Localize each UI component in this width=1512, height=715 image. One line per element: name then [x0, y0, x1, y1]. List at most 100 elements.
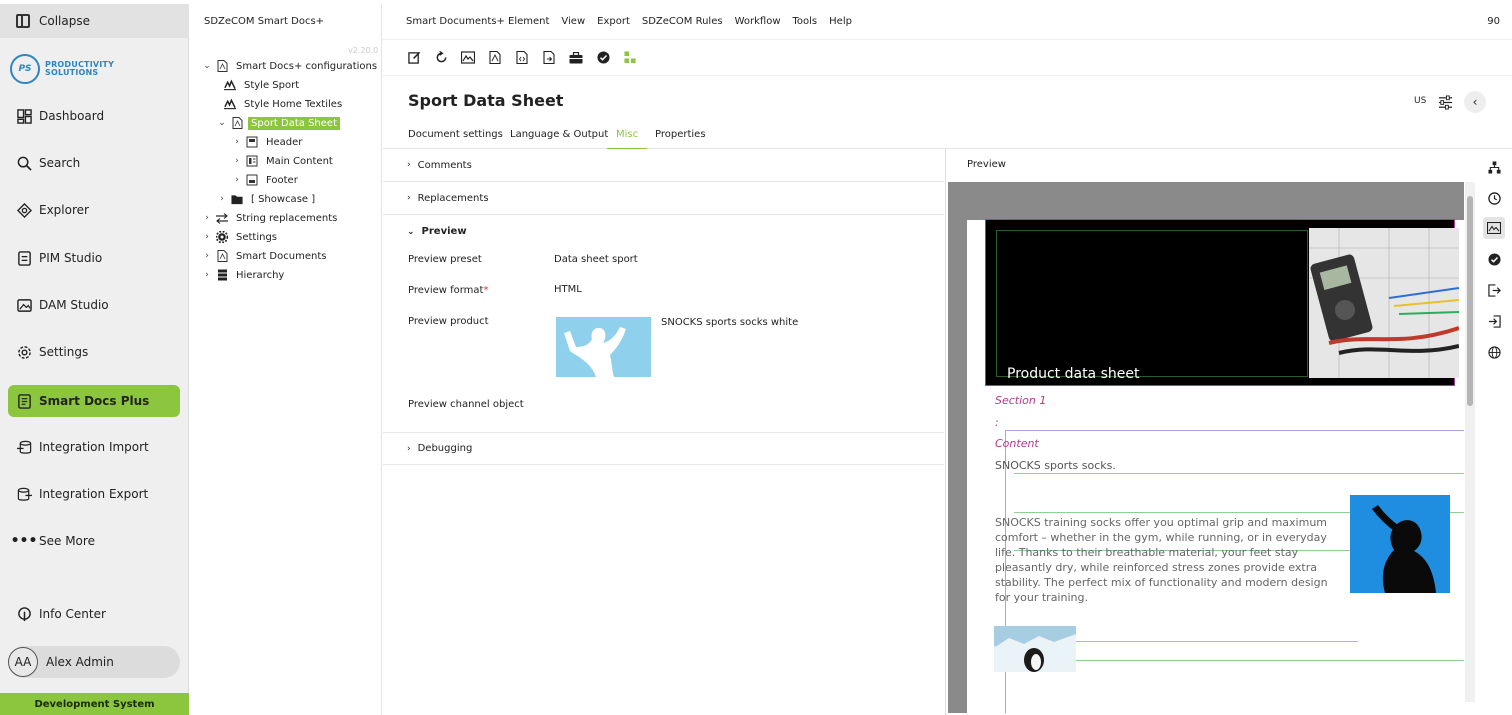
collapse-label: Collapse: [39, 14, 90, 28]
tree-node[interactable]: › Hierarchy: [202, 266, 287, 284]
scrollbar-thumb[interactable]: [1467, 196, 1473, 406]
nav-item-see-more[interactable]: ••• See More: [8, 525, 180, 557]
tree-node[interactable]: › Settings: [202, 228, 280, 246]
style-icon: [224, 79, 236, 91]
preview-canvas[interactable]: Product data sheet Section 1: Content S…: [948, 182, 1464, 713]
collapse-button[interactable]: Collapse: [0, 4, 189, 38]
import-arrow-icon[interactable]: [1486, 313, 1502, 329]
tree-title: SDZeCOM Smart Docs+: [204, 16, 325, 27]
nav-item-integration-export[interactable]: Integration Export: [8, 478, 180, 510]
menu-item-workflow[interactable]: Workflow: [735, 16, 781, 27]
tree-node[interactable]: › Footer: [232, 171, 301, 189]
chevron-right-icon[interactable]: ›: [217, 194, 227, 204]
chevron-down-icon[interactable]: ⌄: [217, 118, 227, 128]
tree-node[interactable]: Style Sport: [220, 76, 302, 94]
nav-item-dashboard[interactable]: Dashboard: [8, 100, 180, 132]
preview-image-icon[interactable]: [1483, 217, 1505, 239]
nav-item-smart-docs-plus[interactable]: Smart Docs Plus: [8, 385, 180, 417]
version-label: v2.20.0: [348, 46, 379, 55]
product-thumbnail[interactable]: [556, 317, 651, 377]
tree-node[interactable]: › [ Showcase ]: [217, 190, 318, 208]
chevron-right-icon[interactable]: ›: [202, 270, 212, 280]
menu-item-element[interactable]: Smart Documents+ Element: [406, 16, 549, 27]
nav-item-label: Search: [39, 156, 81, 170]
tree-node-label: Smart Docs+ configurations: [236, 60, 378, 72]
section-title: Replacements: [417, 192, 489, 204]
workflow-icon[interactable]: [623, 51, 637, 65]
pdf-icon: [216, 60, 228, 72]
tree-node[interactable]: › Header: [232, 133, 305, 151]
export-arrow-icon[interactable]: [1486, 282, 1502, 298]
menu-item-tools[interactable]: Tools: [793, 16, 818, 27]
chevron-right-icon: ›: [407, 443, 411, 454]
logo-text-line2: SOLUTIONS: [45, 68, 99, 77]
frame-guide: [1005, 430, 1464, 431]
chevron-right-icon[interactable]: ›: [232, 156, 242, 166]
preview-format-value[interactable]: HTML: [554, 284, 582, 295]
section-title: Debugging: [417, 443, 473, 454]
page-title: Sport Data Sheet: [408, 91, 564, 110]
tab-misc[interactable]: Misc: [607, 129, 648, 150]
check-circle-icon[interactable]: [596, 51, 610, 65]
section-debugging[interactable]: › Debugging: [383, 432, 944, 465]
menu-item-export[interactable]: Export: [597, 16, 630, 27]
chevron-right-icon[interactable]: ›: [232, 175, 242, 185]
pdf-icon[interactable]: [488, 51, 502, 65]
file-export-icon[interactable]: [542, 51, 556, 65]
nav-item-pim-studio[interactable]: PIM Studio: [8, 242, 180, 274]
nav-item-label: See More: [39, 534, 95, 548]
import-icon: [16, 439, 32, 455]
swap-icon: [216, 212, 228, 224]
preview-preset-value[interactable]: Data sheet sport: [554, 254, 638, 265]
nav-item-search[interactable]: Search: [8, 147, 180, 179]
section-replacements[interactable]: › Replacements: [383, 182, 944, 215]
tab-language-output[interactable]: Language & Output: [510, 129, 608, 148]
nav-item-integration-import[interactable]: Integration Import: [8, 431, 180, 463]
chevron-right-icon[interactable]: ›: [202, 251, 212, 261]
chevron-down-icon[interactable]: ⌄: [202, 61, 212, 71]
sliders-icon[interactable]: [1437, 94, 1453, 110]
reload-icon[interactable]: [434, 51, 448, 65]
tree-node-selected[interactable]: ⌄ Sport Data Sheet: [217, 114, 340, 132]
globe-icon[interactable]: [1486, 344, 1502, 360]
nav-item-info-center[interactable]: Info Center: [8, 598, 180, 630]
preview-product-value[interactable]: SNOCKS sports socks white: [661, 317, 798, 328]
frame-guide: [1014, 473, 1464, 474]
preview-image-icon[interactable]: [461, 51, 475, 65]
history-icon[interactable]: [1486, 190, 1502, 206]
locale-selector[interactable]: US: [1414, 96, 1426, 106]
nav-item-label: DAM Studio: [39, 298, 109, 312]
user-menu[interactable]: AA Alex Admin: [8, 646, 180, 678]
tree-node-label: Main Content: [266, 155, 333, 167]
code-file-icon[interactable]: [515, 51, 529, 65]
athlete-image: [1350, 495, 1450, 593]
nav-item-dam-studio[interactable]: DAM Studio: [8, 289, 180, 321]
avatar: AA: [8, 647, 38, 677]
hierarchy-icon[interactable]: [1486, 159, 1502, 175]
tree-node[interactable]: › Smart Documents: [202, 247, 329, 265]
chevron-right-icon[interactable]: ›: [202, 232, 212, 242]
tree-node[interactable]: ⌄ Smart Docs+ configurations: [202, 57, 380, 75]
briefcase-icon[interactable]: [569, 51, 583, 65]
tab-bar: Document settings Language & Output Misc…: [383, 124, 1512, 150]
chevron-right-icon[interactable]: ›: [202, 213, 212, 223]
chevron-right-icon[interactable]: ›: [232, 137, 242, 147]
menu-item-rules[interactable]: SDZeCOM Rules: [642, 16, 723, 27]
menu-item-help[interactable]: Help: [829, 16, 852, 27]
nav-item-settings[interactable]: Settings: [8, 336, 180, 368]
content-text: SNOCKS sports socks.: [995, 459, 1116, 472]
tree-node[interactable]: › Main Content: [232, 152, 336, 170]
collapse-panel-button[interactable]: ‹: [1464, 91, 1486, 113]
tab-document-settings[interactable]: Document settings: [408, 129, 503, 148]
section-comments[interactable]: › Comments: [383, 149, 944, 182]
check-circle-icon[interactable]: [1486, 251, 1502, 267]
section-preview[interactable]: ⌄ Preview: [383, 215, 944, 248]
tree-node[interactable]: › String replacements: [202, 209, 340, 227]
nav-item-explorer[interactable]: Explorer: [8, 194, 180, 226]
tab-properties[interactable]: Properties: [655, 129, 706, 148]
tree-node[interactable]: Style Home Textiles: [220, 95, 345, 113]
edit-icon[interactable]: [407, 51, 421, 65]
menu-item-view[interactable]: View: [561, 16, 585, 27]
nav-item-label: Settings: [39, 345, 89, 359]
vertical-scrollbar[interactable]: [1465, 182, 1475, 702]
